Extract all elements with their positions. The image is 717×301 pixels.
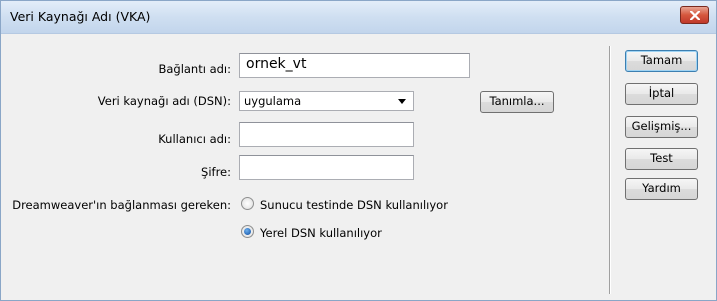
dialog-body: Bağlantı adı: ornek_vt Veri kaynağı adı … bbox=[1, 34, 716, 300]
connect-method-label: Dreamweaver'ın bağlanması gereken: bbox=[12, 198, 231, 212]
chevron-down-icon bbox=[398, 99, 406, 104]
username-input[interactable] bbox=[239, 122, 414, 147]
cancel-button[interactable]: İptal bbox=[625, 83, 698, 105]
dsn-select[interactable]: uygulama bbox=[239, 91, 414, 111]
vertical-separator bbox=[609, 46, 611, 294]
test-button[interactable]: Test bbox=[625, 148, 698, 170]
close-icon bbox=[690, 11, 700, 20]
dsn-selected-value: uygulama bbox=[244, 94, 302, 108]
radio-local-dsn-label[interactable]: Yerel DSN kullanılıyor bbox=[260, 226, 382, 240]
connection-name-input[interactable]: ornek_vt bbox=[239, 53, 470, 78]
radio-server-dsn-label[interactable]: Sunucu testinde DSN kullanılıyor bbox=[260, 198, 448, 212]
close-button[interactable] bbox=[680, 6, 709, 24]
advanced-button[interactable]: Gelişmiş... bbox=[625, 116, 698, 138]
radio-selected-dot bbox=[244, 228, 251, 235]
username-label: Kullanıcı adı: bbox=[158, 132, 231, 146]
ok-button[interactable]: Tamam bbox=[625, 50, 698, 72]
dialog-window: Veri Kaynağı Adı (VKA) Bağlantı adı: orn… bbox=[0, 0, 717, 301]
title-bar[interactable]: Veri Kaynağı Adı (VKA) bbox=[1, 1, 716, 34]
radio-local-dsn[interactable] bbox=[241, 225, 254, 238]
window-title: Veri Kaynağı Adı (VKA) bbox=[10, 9, 151, 24]
dsn-label: Veri kaynağı adı (DSN): bbox=[97, 94, 231, 108]
connection-name-label: Bağlantı adı: bbox=[158, 62, 231, 76]
define-button[interactable]: Tanımla... bbox=[480, 91, 554, 113]
password-label: Şifre: bbox=[201, 165, 231, 179]
connection-name-value: ornek_vt bbox=[246, 56, 307, 72]
password-input[interactable] bbox=[239, 155, 414, 180]
radio-server-dsn[interactable] bbox=[241, 197, 254, 210]
help-button[interactable]: Yardım bbox=[625, 178, 698, 200]
